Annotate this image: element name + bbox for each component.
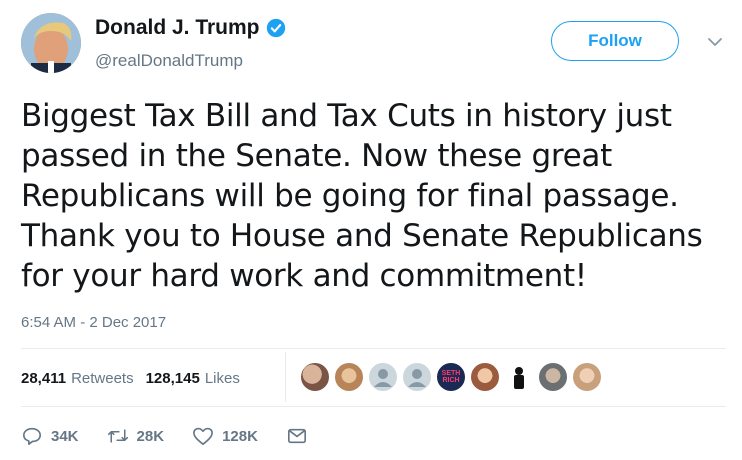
author-handle[interactable]: @realDonaldTrump <box>95 51 243 71</box>
liker-avatar[interactable] <box>538 362 568 392</box>
retweet-icon <box>107 429 128 443</box>
heart-icon <box>193 427 213 445</box>
follow-button[interactable]: Follow <box>551 21 679 61</box>
author-display-name[interactable]: Donald J. Trump <box>95 16 260 40</box>
tweet-text-line: Republicans will be going for final pass… <box>21 178 679 214</box>
likes-label: Likes <box>204 370 240 387</box>
liker-avatar[interactable] <box>572 362 602 392</box>
like-action[interactable]: 128K <box>192 426 258 446</box>
liker-avatar[interactable] <box>402 362 432 392</box>
tweet-card: Donald J. Trump @realDonaldTrump Follow … <box>0 0 742 460</box>
liker-avatar[interactable] <box>504 362 534 392</box>
silhouette-icon <box>514 367 524 389</box>
retweet-count: 28K <box>136 427 165 445</box>
verified-badge-icon <box>266 18 285 38</box>
retweets-label: Retweets <box>71 370 134 387</box>
liker-avatar[interactable] <box>470 362 500 392</box>
likes-count: 128,145 <box>145 370 200 387</box>
default-avatar-icon <box>408 369 426 387</box>
direct-message-action[interactable] <box>286 426 308 446</box>
divider <box>21 348 726 349</box>
liker-avatar[interactable] <box>368 362 398 392</box>
liker-avatar-badge: SETH RICH <box>441 370 461 384</box>
profile-photo-icon <box>21 13 81 73</box>
envelope-icon <box>287 428 306 444</box>
author-avatar[interactable] <box>21 13 81 73</box>
liker-avatars: SETH RICH <box>300 362 606 392</box>
chevron-down-icon[interactable] <box>707 36 723 48</box>
likes-stat[interactable]: 128,145 Likes <box>146 370 240 387</box>
tweet-actions: 34K 28K 128K <box>21 426 336 446</box>
tweet-text: Biggest Tax Bill and Tax Cuts in history… <box>21 96 721 296</box>
liker-avatar[interactable] <box>334 362 364 392</box>
divider <box>21 406 726 407</box>
tweet-text-line: for your hard work and commitment! <box>21 258 587 294</box>
reply-action[interactable]: 34K <box>21 426 79 446</box>
tweet-timestamp[interactable]: 6:54 AM - 2 Dec 2017 <box>21 314 166 331</box>
tweet-text-line: Thank you to House and Senate Republican… <box>21 218 703 254</box>
liker-avatar[interactable]: SETH RICH <box>436 362 466 392</box>
retweet-action[interactable]: 28K <box>107 426 165 446</box>
retweets-count: 28,411 <box>21 370 67 387</box>
tweet-text-line: passed in the Senate. Now these great <box>21 138 612 174</box>
reply-count: 34K <box>51 427 79 445</box>
liker-avatar[interactable] <box>300 362 330 392</box>
author-name-row: Donald J. Trump <box>95 16 286 40</box>
default-avatar-icon <box>374 369 392 387</box>
retweets-stat[interactable]: 28,411 Retweets <box>21 370 134 387</box>
tweet-text-line: Biggest Tax Bill and Tax Cuts in history… <box>21 98 672 134</box>
reply-icon <box>23 427 41 445</box>
like-count: 128K <box>222 427 258 445</box>
tweet-stats: 28,411 Retweets 128,145 Likes <box>21 370 252 387</box>
stats-separator <box>285 352 286 402</box>
